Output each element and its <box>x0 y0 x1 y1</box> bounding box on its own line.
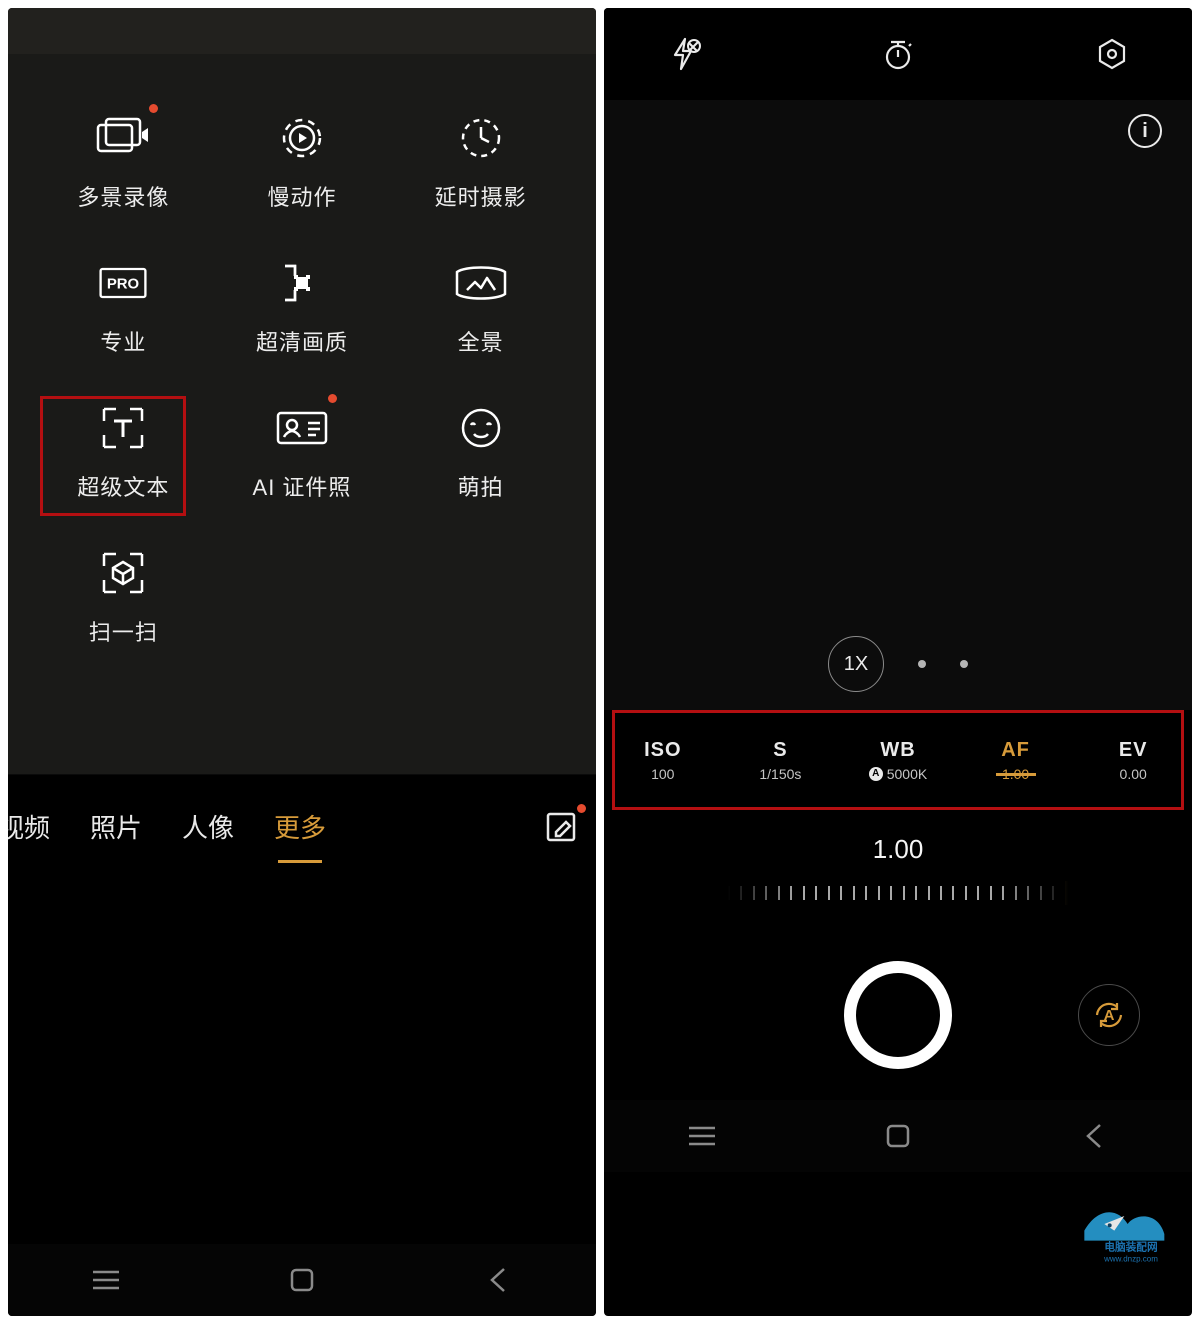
mode-label: 多景录像 <box>77 180 169 212</box>
timelapse-icon <box>453 110 509 166</box>
mode-label: 萌拍 <box>458 470 504 502</box>
svg-text:www.dnzp.com: www.dnzp.com <box>1103 1254 1158 1263</box>
panorama-icon <box>453 255 509 311</box>
badge-dot <box>149 104 158 113</box>
screenshot-left: 多景录像 慢动作 <box>8 8 596 1316</box>
auto-badge-icon: A <box>869 767 883 781</box>
param-value: 0.00 <box>1120 766 1147 782</box>
camera-top-bar <box>604 8 1192 100</box>
mode-multi-record[interactable]: 多景录像 <box>48 110 198 212</box>
value-ruler[interactable] <box>728 879 1068 907</box>
mode-slow-motion[interactable]: 慢动作 <box>227 110 377 212</box>
param-title: WB <box>880 739 915 762</box>
svg-text:电脑装配网: 电脑装配网 <box>1104 1241 1157 1254</box>
mode-pro[interactable]: PRO 专业 <box>48 255 198 357</box>
af-current-value: 1.00 <box>873 834 924 865</box>
nav-back-icon[interactable] <box>1074 1116 1114 1156</box>
cycle-letter: A <box>1104 1007 1115 1024</box>
tab-photo[interactable]: 照片 <box>90 808 142 845</box>
system-nav-bar <box>604 1100 1192 1172</box>
pro-param-wb[interactable]: WB A 5000K <box>839 739 957 782</box>
more-modes-panel: 多景录像 慢动作 <box>8 54 596 774</box>
screenshot-right: i 1X ISO 100 S 1/150s WB <box>604 8 1192 1316</box>
id-photo-icon <box>274 400 330 456</box>
param-title: S <box>773 739 787 762</box>
param-title: AF <box>1001 739 1030 762</box>
param-value: 1.00 <box>1002 766 1029 782</box>
badge-dot <box>577 804 586 813</box>
mode-label: 超清画质 <box>256 325 348 357</box>
mode-panorama[interactable]: 全景 <box>406 255 556 357</box>
zoom-level-dot[interactable] <box>960 660 968 668</box>
zoom-1x-chip[interactable]: 1X <box>828 636 884 692</box>
edit-icon <box>544 810 578 844</box>
scan-icon <box>95 545 151 601</box>
info-glyph: i <box>1142 120 1148 143</box>
zoom-selector: 1X <box>604 636 1192 692</box>
edit-layout-button[interactable] <box>544 810 578 844</box>
tab-more[interactable]: 更多 <box>274 808 326 845</box>
camera-viewfinder[interactable]: i 1X <box>604 100 1192 710</box>
nav-home-icon[interactable] <box>878 1116 918 1156</box>
param-title: ISO <box>644 739 681 762</box>
pro-param-ev[interactable]: EV 0.00 <box>1074 739 1192 782</box>
camera-mode-tabs: 视频 照片 人像 更多 <box>8 774 596 878</box>
ultra-hd-icon <box>274 255 330 311</box>
mode-scan[interactable]: 扫一扫 <box>48 545 198 647</box>
nav-home-icon[interactable] <box>282 1260 322 1300</box>
svg-text:PRO: PRO <box>107 276 139 293</box>
slow-motion-icon <box>274 110 330 166</box>
pro-param-af[interactable]: AF 1.00 <box>957 739 1075 782</box>
af-slider-area: 1.00 <box>604 810 1192 930</box>
badge-dot <box>328 394 337 403</box>
pro-parameters-strip: ISO 100 S 1/150s WB A 5000K AF 1.00 EV 0… <box>604 710 1192 810</box>
status-bar <box>8 8 596 54</box>
bottom-blank-area <box>8 878 596 1244</box>
mode-label: 延时摄影 <box>435 180 527 212</box>
mode-label: 超级文本 <box>77 470 169 502</box>
tab-video[interactable]: 视频 <box>8 808 50 845</box>
nav-recent-icon[interactable] <box>86 1260 126 1300</box>
pro-param-shutter[interactable]: S 1/150s <box>722 739 840 782</box>
system-nav-bar <box>8 1244 596 1316</box>
super-text-icon <box>95 400 151 456</box>
mode-super-text[interactable]: 超级文本 <box>48 400 198 502</box>
mode-label: 全景 <box>458 325 504 357</box>
param-value: A 5000K <box>869 766 927 782</box>
mode-ultra-hd[interactable]: 超清画质 <box>227 255 377 357</box>
mode-moe-capture[interactable]: 萌拍 <box>406 400 556 502</box>
moe-icon <box>453 400 509 456</box>
param-value: 1/150s <box>759 766 801 782</box>
param-title: EV <box>1119 739 1148 762</box>
param-value: 100 <box>651 766 674 782</box>
pro-icon: PRO <box>95 255 151 311</box>
nav-back-icon[interactable] <box>478 1260 518 1300</box>
flash-off-icon[interactable] <box>664 34 704 74</box>
pro-param-iso[interactable]: ISO 100 <box>604 739 722 782</box>
source-watermark: 电脑装配网 www.dnzp.com <box>1076 1204 1186 1264</box>
mode-label: 慢动作 <box>267 180 336 212</box>
tab-portrait[interactable]: 人像 <box>182 808 234 845</box>
mode-label: AI 证件照 <box>253 470 352 502</box>
auto-cycle-button[interactable]: A <box>1078 984 1140 1046</box>
shutter-button[interactable] <box>844 961 952 1069</box>
mode-timelapse[interactable]: 延时摄影 <box>406 110 556 212</box>
nav-recent-icon[interactable] <box>682 1116 722 1156</box>
mode-ai-id-photo[interactable]: AI 证件照 <box>227 400 377 502</box>
shutter-row: A <box>604 930 1192 1100</box>
mode-label: 专业 <box>100 325 146 357</box>
info-button[interactable]: i <box>1128 114 1162 148</box>
timer-icon[interactable] <box>878 34 918 74</box>
mode-label: 扫一扫 <box>89 615 158 647</box>
hex-settings-icon[interactable] <box>1092 34 1132 74</box>
multi-record-icon <box>95 110 151 166</box>
zoom-value: 1X <box>844 653 868 676</box>
zoom-level-dot[interactable] <box>918 660 926 668</box>
